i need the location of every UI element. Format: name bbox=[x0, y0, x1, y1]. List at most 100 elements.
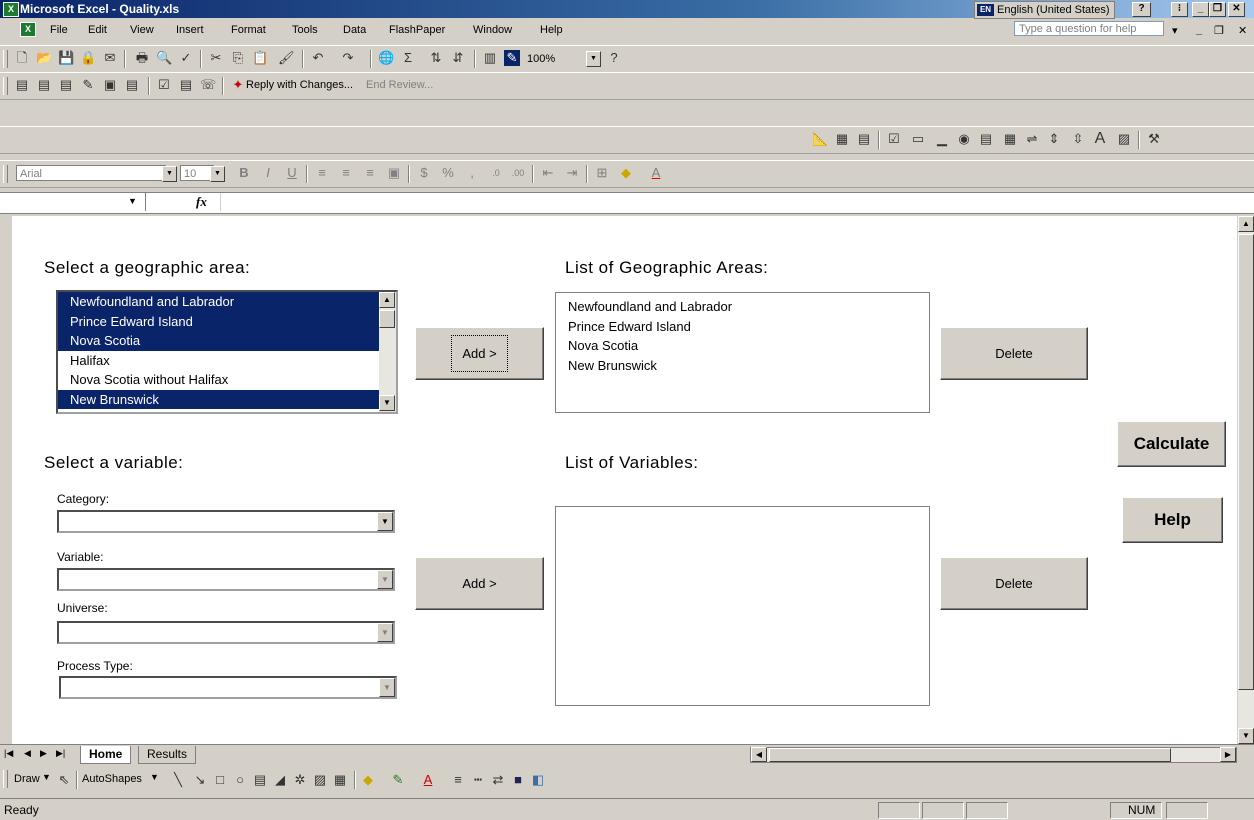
increase-decimal-icon[interactable]: .0 bbox=[488, 165, 504, 181]
help-dropdown-icon[interactable]: ▾ bbox=[1172, 24, 1178, 37]
autoshapes-dropdown-icon[interactable]: ▼ bbox=[150, 772, 159, 782]
review-icon[interactable]: ▣ bbox=[102, 77, 118, 93]
bold-icon[interactable]: B bbox=[236, 165, 252, 181]
geo-option[interactable]: Nova Scotia without Halifax bbox=[58, 370, 379, 390]
scroll-right-icon[interactable]: ▶ bbox=[1220, 747, 1236, 762]
font-dropdown-icon[interactable]: ▼ bbox=[162, 166, 177, 182]
review-icon[interactable]: ▤ bbox=[178, 77, 194, 93]
chart-wizard-icon[interactable]: ▥ bbox=[482, 50, 498, 66]
process-type-combobox[interactable]: ▼ bbox=[59, 676, 397, 699]
reply-changes-icon[interactable]: ✦ bbox=[230, 77, 246, 93]
view-code-icon[interactable]: ▤ bbox=[856, 131, 872, 147]
button-icon[interactable]: ▁ bbox=[934, 131, 950, 147]
close-button[interactable]: ✕ bbox=[1228, 2, 1245, 17]
prev-sheet-icon[interactable]: ◀ bbox=[24, 748, 31, 759]
doc-minimize-icon[interactable]: _ bbox=[1196, 24, 1202, 36]
selected-geo-item[interactable]: New Brunswick bbox=[556, 356, 929, 376]
percent-icon[interactable]: % bbox=[440, 165, 456, 181]
tab-home[interactable]: Home bbox=[80, 746, 132, 764]
scroll-left-icon[interactable]: ◀ bbox=[751, 747, 767, 762]
function-icon[interactable]: fx bbox=[196, 194, 207, 210]
language-options-icon[interactable]: ⁝ bbox=[1171, 2, 1188, 17]
geo-option[interactable]: New Brunswick bbox=[58, 389, 379, 409]
variable-combobox[interactable]: ▼ bbox=[57, 568, 395, 591]
selected-geo-item[interactable]: Nova Scotia bbox=[556, 336, 929, 356]
universe-combobox[interactable]: ▼ bbox=[57, 621, 395, 644]
sheet-scroll-thumb[interactable] bbox=[1238, 234, 1254, 690]
sheet-horizontal-scrollbar[interactable]: ◀ ▶ bbox=[750, 747, 1237, 763]
scroll-up-icon[interactable]: ▲ bbox=[1238, 216, 1254, 232]
decrease-decimal-icon[interactable]: .00 bbox=[510, 165, 526, 181]
geo-option[interactable]: Prince Edward Island bbox=[58, 311, 379, 331]
sheet-vertical-scrollbar[interactable]: ▲ ▼ bbox=[1238, 216, 1254, 744]
borders-icon[interactable]: ⊞ bbox=[594, 165, 610, 181]
redo-icon[interactable]: ↷ bbox=[340, 50, 356, 66]
menu-format[interactable]: Format bbox=[231, 24, 266, 36]
line-icon[interactable]: ╲ bbox=[170, 772, 186, 788]
spelling-icon[interactable]: ✓ bbox=[178, 50, 194, 66]
fill-color-icon[interactable]: ◆ bbox=[360, 772, 376, 788]
geo-listbox-scrollbar[interactable]: ▲ ▼ bbox=[379, 292, 396, 412]
arrow-style-icon[interactable]: ⇄ bbox=[490, 772, 506, 788]
spin-icon[interactable]: ⇕ bbox=[1046, 131, 1062, 147]
drawing-icon[interactable]: ✎ bbox=[504, 50, 520, 66]
align-left-icon[interactable]: ≡ bbox=[314, 165, 330, 181]
office-assistant-icon[interactable]: ? bbox=[606, 50, 622, 66]
hyperlink-icon[interactable]: 🌐 bbox=[378, 50, 394, 66]
menu-tools[interactable]: Tools bbox=[292, 24, 318, 36]
select-objects-icon[interactable]: ⇖ bbox=[56, 772, 72, 788]
wordart-icon[interactable]: ◢ bbox=[272, 772, 288, 788]
delete-variable-button[interactable]: Delete bbox=[940, 557, 1088, 610]
menu-data[interactable]: Data bbox=[343, 24, 366, 36]
line-color-icon[interactable]: ✎ bbox=[390, 772, 406, 788]
rectangle-icon[interactable]: □ bbox=[212, 772, 228, 788]
merge-center-icon[interactable]: ▣ bbox=[386, 165, 402, 181]
listbox-icon[interactable]: ▤ bbox=[978, 131, 994, 147]
geo-listbox[interactable]: ▲ ▼ Newfoundland and Labrador Prince Edwa… bbox=[56, 290, 398, 414]
review-icon[interactable]: ▤ bbox=[36, 77, 52, 93]
oval-icon[interactable]: ○ bbox=[232, 772, 248, 788]
geo-option[interactable]: Nova Scotia bbox=[58, 331, 379, 351]
font-color-icon[interactable]: A bbox=[420, 772, 436, 788]
arrow-icon[interactable]: ↘ bbox=[192, 772, 208, 788]
decrease-indent-icon[interactable]: ⇤ bbox=[540, 165, 556, 181]
scroll-thumb[interactable] bbox=[379, 310, 395, 328]
selected-variables-listbox[interactable] bbox=[555, 506, 930, 706]
review-icon[interactable]: ▤ bbox=[124, 77, 140, 93]
variable-dropdown-icon[interactable]: ▼ bbox=[377, 570, 393, 589]
combobox-icon[interactable]: ▦ bbox=[1002, 131, 1018, 147]
align-center-icon[interactable]: ≡ bbox=[338, 165, 354, 181]
toggle-icon[interactable]: ⇌ bbox=[1024, 131, 1040, 147]
draw-menu-button[interactable]: Draw bbox=[14, 773, 40, 785]
print-icon[interactable]: 🖶 bbox=[134, 50, 150, 66]
menu-flashpaper[interactable]: FlashPaper bbox=[389, 24, 445, 36]
menu-insert[interactable]: Insert bbox=[176, 24, 204, 36]
picture-icon[interactable]: ▦ bbox=[332, 772, 348, 788]
end-review-button[interactable]: End Review... bbox=[366, 79, 433, 91]
menu-file[interactable]: File bbox=[50, 24, 68, 36]
font-size-dropdown-icon[interactable]: ▼ bbox=[210, 166, 225, 182]
doc-restore-icon[interactable]: ❐ bbox=[1214, 24, 1224, 37]
increase-indent-icon[interactable]: ⇥ bbox=[564, 165, 580, 181]
save-icon[interactable]: 💾 bbox=[58, 50, 74, 66]
universe-dropdown-icon[interactable]: ▼ bbox=[377, 623, 393, 642]
excel-app-icon[interactable]: X bbox=[3, 2, 19, 17]
delete-geo-button[interactable]: Delete bbox=[940, 327, 1088, 380]
dash-style-icon[interactable]: ┅ bbox=[470, 772, 486, 788]
category-combobox[interactable]: ▼ bbox=[57, 510, 395, 533]
more-controls-icon[interactable]: ⚒ bbox=[1146, 131, 1162, 147]
scroll-down-icon[interactable]: ▼ bbox=[379, 395, 395, 411]
name-box-dropdown-icon[interactable]: ▼ bbox=[128, 196, 137, 206]
reply-with-changes-button[interactable]: Reply with Changes... bbox=[246, 79, 353, 91]
menu-window[interactable]: Window bbox=[473, 24, 512, 36]
currency-icon[interactable]: $ bbox=[416, 165, 432, 181]
print-preview-icon[interactable]: 🔍 bbox=[156, 50, 172, 66]
undo-icon[interactable]: ↶ bbox=[310, 50, 326, 66]
fill-color-icon[interactable]: ◆ bbox=[618, 165, 634, 181]
scroll-down-icon[interactable]: ▼ bbox=[1238, 728, 1254, 744]
menu-view[interactable]: View bbox=[130, 24, 154, 36]
comma-style-icon[interactable]: , bbox=[464, 165, 480, 181]
scrollbar-icon[interactable]: ⇳ bbox=[1070, 131, 1086, 147]
text-box-icon[interactable]: ▤ bbox=[252, 772, 268, 788]
autoshapes-menu-button[interactable]: AutoShapes bbox=[82, 773, 142, 785]
